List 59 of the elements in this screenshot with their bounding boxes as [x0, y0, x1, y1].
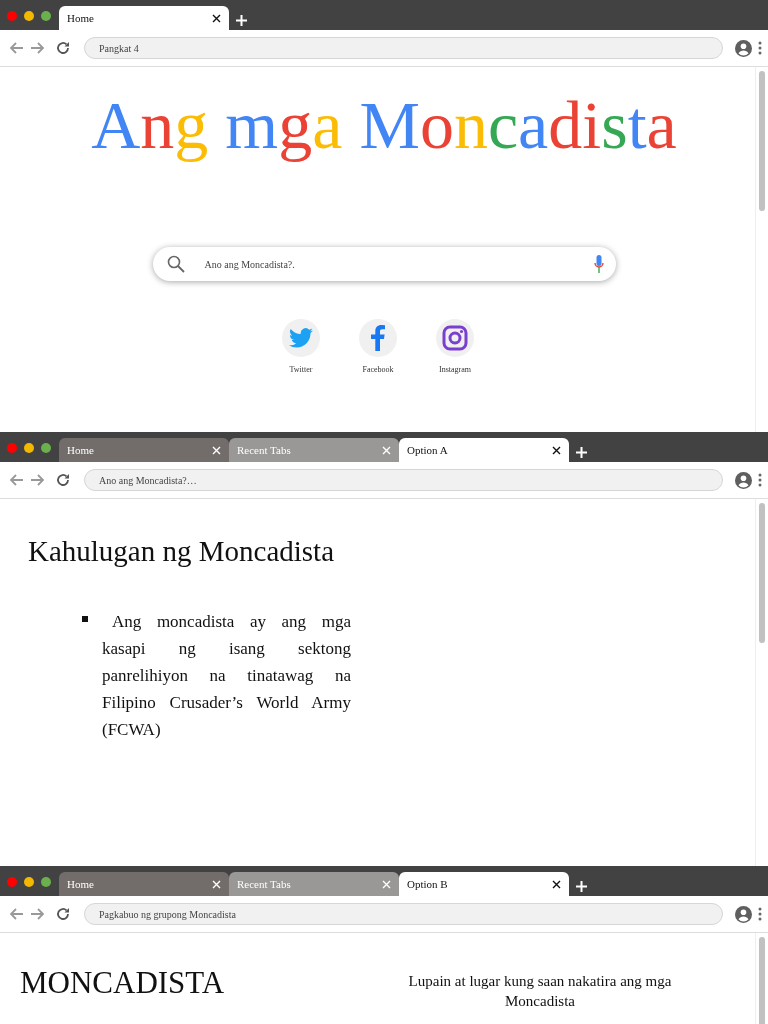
- browser-tab[interactable]: Home: [59, 438, 229, 462]
- shortcut-label[interactable]: Twitter: [289, 365, 313, 374]
- slide-heading: MONCADISTA: [20, 965, 226, 1001]
- close-icon[interactable]: [212, 13, 221, 23]
- close-window-dot[interactable]: [7, 11, 17, 21]
- minimize-window-dot[interactable]: [24, 443, 34, 453]
- account-icon[interactable]: [735, 39, 752, 57]
- address-bar[interactable]: Ano ang Moncadista?…: [84, 469, 723, 491]
- shortcut-label[interactable]: Facebook: [362, 365, 394, 374]
- letter-f-icon: [371, 325, 385, 351]
- camera-icon: [442, 325, 468, 351]
- new-tab-icon[interactable]: [236, 15, 247, 26]
- new-tab-icon[interactable]: [576, 881, 587, 892]
- minimize-window-dot[interactable]: [24, 11, 34, 21]
- bullet-text: Ang moncadista ay ang mga kasapi ng isang sektong panrelihiyon na tinatawag na Filipino Crusader’s World Army (FCWA): [102, 611, 351, 741]
- reload-icon[interactable]: [56, 41, 70, 55]
- search-icon: [166, 255, 185, 273]
- back-arrow-icon[interactable]: [10, 42, 24, 54]
- close-icon[interactable]: [552, 879, 561, 889]
- close-icon[interactable]: [552, 445, 561, 455]
- close-window-dot[interactable]: [7, 877, 17, 887]
- more-options-icon[interactable]: [758, 907, 762, 921]
- reload-icon[interactable]: [56, 907, 70, 921]
- logo-text: Ang mga Moncadista: [90, 86, 678, 165]
- browser-tab[interactable]: Home: [59, 6, 229, 30]
- scrollbar[interactable]: [755, 499, 768, 866]
- address-bar[interactable]: Pangkat 4: [84, 37, 723, 59]
- search-field[interactable]: Ano ang Moncadista?.: [152, 247, 616, 281]
- back-arrow-icon[interactable]: [10, 908, 24, 920]
- caption-text: Lupain at lugar kung saan nakatira ang mga Moncadista: [407, 972, 673, 1011]
- slide-title: Kahulugan ng Moncadista: [28, 535, 336, 568]
- maximize-window-dot[interactable]: [41, 877, 51, 887]
- new-tab-icon[interactable]: [576, 447, 587, 458]
- minimize-window-dot[interactable]: [24, 877, 34, 887]
- back-arrow-icon[interactable]: [10, 474, 24, 486]
- close-window-dot[interactable]: [7, 443, 17, 453]
- shortcut-button[interactable]: [436, 319, 474, 357]
- browser-tab[interactable]: Option A: [399, 438, 569, 462]
- address-bar[interactable]: Pagkabuo ng grupong Moncadista: [84, 903, 723, 925]
- microphone-icon[interactable]: [593, 255, 604, 273]
- shortcut-button[interactable]: [282, 319, 320, 357]
- forward-arrow-icon[interactable]: [30, 42, 44, 54]
- more-options-icon[interactable]: [758, 41, 762, 55]
- bullet-icon: [82, 616, 88, 622]
- forward-arrow-icon[interactable]: [30, 908, 44, 920]
- scrollbar[interactable]: [755, 67, 768, 432]
- browser-tab[interactable]: Option B: [399, 872, 569, 896]
- reload-icon[interactable]: [56, 473, 70, 487]
- account-icon[interactable]: [735, 471, 752, 489]
- maximize-window-dot[interactable]: [41, 11, 51, 21]
- more-options-icon[interactable]: [758, 473, 762, 487]
- browser-tab[interactable]: Home: [59, 872, 229, 896]
- shortcut-label[interactable]: Instagram: [439, 365, 471, 374]
- scrollbar[interactable]: [755, 933, 768, 1024]
- bird-icon: [289, 328, 313, 348]
- shortcut-button[interactable]: [359, 319, 397, 357]
- forward-arrow-icon[interactable]: [30, 474, 44, 486]
- account-icon[interactable]: [735, 905, 752, 923]
- maximize-window-dot[interactable]: [41, 443, 51, 453]
